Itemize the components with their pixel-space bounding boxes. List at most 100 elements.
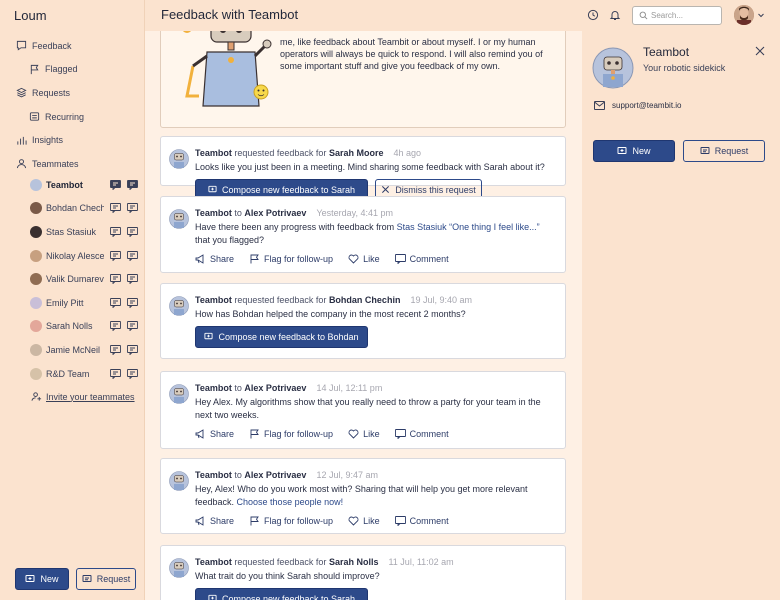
teammate-item[interactable]: R&D Team [0,362,145,386]
profile-panel: Teambot Your robotic sidekick support@te… [582,31,780,600]
comment-icon [394,429,406,439]
share-action[interactable]: Share [195,429,234,439]
request-feedback-icon[interactable] [127,203,138,214]
like-action[interactable]: Like [348,516,380,526]
teammate-item[interactable]: Nikolay Alescenko [0,244,145,268]
reaction-label: Comment [409,516,449,526]
recipient-name[interactable]: Alex Potrivaev [244,470,306,480]
sender-name[interactable]: Teambot [195,295,232,305]
new-feedback-button[interactable]: New [15,568,69,590]
sidebar-item-flagged[interactable]: Flagged [0,58,145,82]
comment-action[interactable]: Comment [394,429,449,439]
sidebar-item-requests[interactable]: Requests [0,81,145,105]
share-action[interactable]: Share [195,254,234,264]
feed-card: Teambot to Alex Potrivaev 14 Jul, 12:11 p… [160,371,566,449]
request-feedback-icon[interactable] [127,345,138,355]
teammate-item[interactable]: Stas Stasiuk [0,220,145,244]
sidebar: Loum Feedback Flagged Requests Recurring… [0,0,145,600]
flag-for-follow-up-action[interactable]: Flag for follow-up [249,254,333,264]
flag-icon [250,254,259,264]
comment-action[interactable]: Comment [394,254,449,264]
feed-message: What trait do you think Sarah should imp… [195,571,380,581]
sidebar-item-insights[interactable]: Insights [0,128,145,152]
give-feedback-icon[interactable] [110,368,121,379]
give-feedback-icon[interactable] [110,203,121,214]
megaphone-icon [195,516,204,526]
sender-name[interactable]: Teambot [195,383,232,393]
teambot-avatar [169,384,189,404]
feedback-feed: me, like feedback about Teambit or about… [145,31,582,600]
message-link[interactable]: Choose those people now! [237,497,344,507]
sidebar-item-feedback[interactable]: Feedback [0,34,145,58]
request-feedback-icon[interactable] [127,297,138,308]
recipient-name[interactable]: Sarah Nolls [329,557,379,567]
close-icon [382,185,390,194]
compose-feedback-button[interactable]: Compose new feedback to Sarah [195,587,368,600]
request-feedback-icon[interactable] [127,179,138,190]
give-feedback-icon[interactable] [110,274,121,285]
message-text: that you flagged? [195,234,265,245]
give-feedback-icon[interactable] [110,227,121,237]
request-feedback-icon[interactable] [127,321,138,332]
reaction-label: Like [363,429,380,439]
reaction-label: Flag for follow-up [264,516,334,526]
flag-for-follow-up-action[interactable]: Flag for follow-up [249,516,333,526]
feed-message: How has Bohdan helped the company in the… [195,309,466,319]
request-feedback-icon[interactable] [127,227,138,237]
recipient-name[interactable]: Sarah Moore [329,148,384,158]
robot-illustration [183,31,272,107]
sidebar-item-label: Insights [32,135,64,146]
teammate-item[interactable]: Teambot [0,173,145,197]
brand-logo[interactable]: Loum [14,8,47,23]
give-feedback-icon[interactable] [110,250,121,261]
request-feedback-icon[interactable] [127,250,138,261]
request-feedback-icon[interactable] [127,274,138,285]
give-feedback-icon[interactable] [110,345,121,355]
message-link[interactable]: Stas Stasiuk “One thing I feel like...” [397,222,540,232]
invite-teammates-link[interactable]: Invite your teammates [31,391,135,402]
profile-request-button[interactable]: Request [683,140,765,162]
profile-new-button[interactable]: New [593,140,675,162]
user-avatar[interactable] [734,5,754,25]
flag-for-follow-up-action[interactable]: Flag for follow-up [249,429,333,439]
profile-email[interactable]: support@teambit.io [594,101,682,110]
recipient-name[interactable]: Alex Potrivaev [244,383,306,393]
sender-name[interactable]: Teambot [195,470,232,480]
sidebar-item-recurring[interactable]: Recurring [0,105,145,129]
close-icon[interactable] [755,46,765,56]
timestamp: 14 Jul, 12:11 pm [316,383,383,393]
teammate-item[interactable]: Valik Dumarevich [0,267,145,291]
teammate-item[interactable]: Bohdan Chechin [0,197,145,221]
give-feedback-icon[interactable] [110,321,121,332]
request-feedback-icon[interactable] [127,368,138,379]
sender-name[interactable]: Teambot [195,148,232,158]
request-feedback-button[interactable]: Request [76,568,136,590]
chevron-down-icon[interactable] [757,11,765,19]
recipient-name[interactable]: Alex Potrivaev [244,208,306,218]
heart-icon [348,254,359,264]
feed-card-header: Teambot to Alex Potrivaev 12 Jul, 9:47 am [195,470,560,480]
like-action[interactable]: Like [348,254,380,264]
megaphone-icon [195,429,204,439]
reaction-label: Comment [409,429,449,439]
share-action[interactable]: Share [195,516,234,526]
comment-action[interactable]: Comment [394,516,449,526]
teammate-item[interactable]: Emily Pitt [0,291,145,315]
recipient-name[interactable]: Bohdan Chechin [329,295,401,305]
teammate-name: Bohdan Chechin [46,203,104,214]
feed-card-header: Teambot to Alex Potrivaev 14 Jul, 12:11 p… [195,383,560,393]
invite-label: Invite your teammates [46,391,135,402]
give-feedback-icon[interactable] [110,297,121,308]
bell-icon[interactable] [609,9,621,21]
give-feedback-icon[interactable] [110,179,121,190]
search-input[interactable]: Search... [632,6,722,25]
feed-card-header: Teambot to Alex Potrivaev Yesterday, 4:41… [195,208,560,218]
like-action[interactable]: Like [348,429,380,439]
compose-feedback-button[interactable]: Compose new feedback to Bohdan [195,325,368,348]
teambot-avatar [169,296,189,316]
teammate-item[interactable]: Sarah Nolls [0,315,145,339]
sender-name[interactable]: Teambot [195,208,232,218]
clock-icon[interactable] [587,9,599,21]
sender-name[interactable]: Teambot [195,557,232,567]
teammate-item[interactable]: Jamie McNeil [0,338,145,362]
